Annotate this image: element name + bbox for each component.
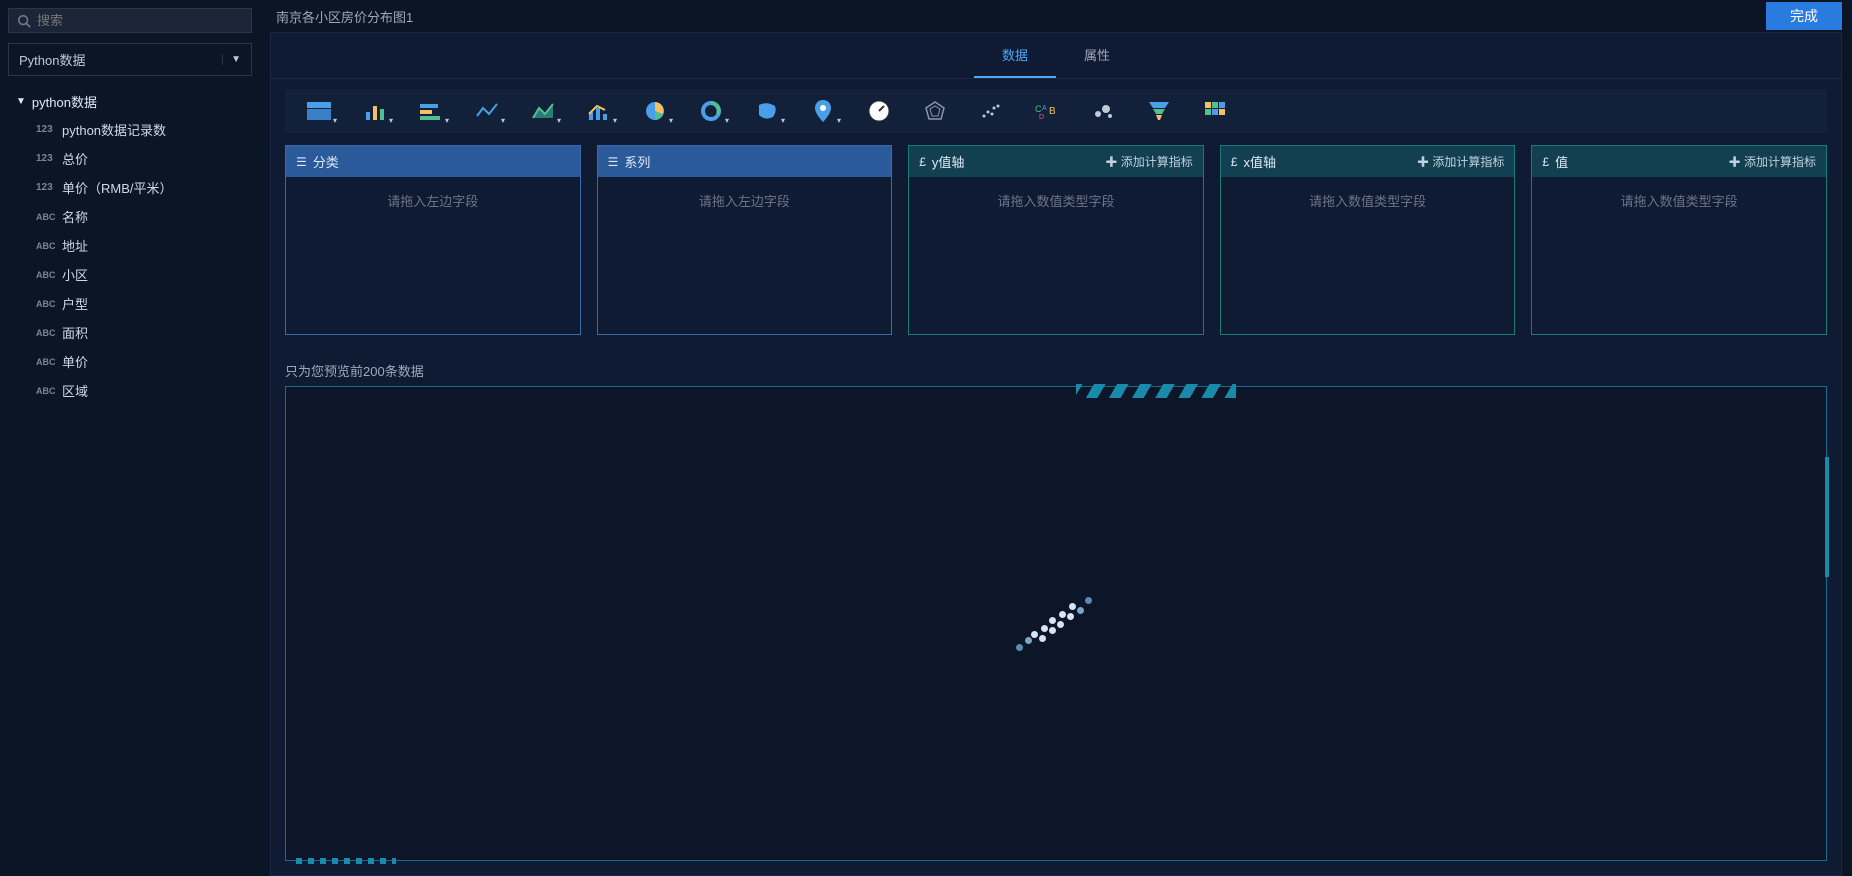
zone-yaxis-label: y值轴 xyxy=(932,152,965,171)
field-label: 单价 xyxy=(62,352,88,371)
zone-yaxis-add[interactable]: ✚ 添加计算指标 xyxy=(1105,153,1192,170)
bubble-icon[interactable] xyxy=(1089,99,1117,123)
line-chart-icon[interactable]: ▾ xyxy=(473,99,501,123)
zone-value-add[interactable]: ✚ 添加计算指标 xyxy=(1729,153,1816,170)
field-item[interactable]: ABC名称 xyxy=(32,202,252,231)
svg-text:C: C xyxy=(1035,104,1042,114)
field-label: 小区 xyxy=(62,265,88,284)
datasource-label: Python数据 xyxy=(19,50,85,69)
text-type-icon: ABC xyxy=(36,241,62,251)
field-label: 区域 xyxy=(62,381,88,400)
tab-data[interactable]: 数据 xyxy=(974,33,1056,78)
text-type-icon: ABC xyxy=(36,270,62,280)
combo-chart-icon[interactable]: ▾ xyxy=(585,99,613,123)
radar-icon[interactable] xyxy=(921,99,949,123)
text-type-icon: ABC xyxy=(36,328,62,338)
field-item[interactable]: ABC单价 xyxy=(32,347,252,376)
zone-yaxis[interactable]: £ y值轴 ✚ 添加计算指标 请拖入数值类型字段 xyxy=(908,145,1204,335)
zone-value-label: 值 xyxy=(1555,152,1568,171)
preview-label: 只为您预览前200条数据 xyxy=(271,347,1841,386)
numeric-type-icon: 123 xyxy=(36,153,62,164)
area-chart-icon[interactable]: ▾ xyxy=(529,99,557,123)
page-title: 南京各小区房价分布图1 xyxy=(270,7,413,26)
field-label: 单价（RMB/平米） xyxy=(62,178,173,197)
content-box: 数据 属性 ▾ ▾ ▾ ▾ ▾ ▾ ▾ ▾ ▾ ▾ CABD ☰ 分类 请拖入左边字段 ☰ 系列 请拖入… xyxy=(270,32,1842,876)
search-icon xyxy=(17,14,31,28)
zone-category[interactable]: ☰ 分类 请拖入左边字段 xyxy=(285,145,581,335)
zone-series-placeholder: 请拖入左边字段 xyxy=(598,177,892,334)
scatter-loading-icon xyxy=(1011,589,1101,659)
field-label: 户型 xyxy=(62,294,88,313)
field-label: python数据记录数 xyxy=(62,120,166,139)
field-label: 名称 xyxy=(62,207,88,226)
tree-root[interactable]: ▼ python数据 xyxy=(8,88,252,115)
zone-series[interactable]: ☰ 系列 请拖入左边字段 xyxy=(597,145,893,335)
tabs: 数据 属性 xyxy=(271,33,1841,79)
chevron-down-icon: ▼ xyxy=(222,54,241,65)
gauge-icon[interactable] xyxy=(865,99,893,123)
tree-root-label: python数据 xyxy=(32,92,97,111)
text-type-icon: ABC xyxy=(36,212,62,222)
zone-category-label: 分类 xyxy=(313,152,339,171)
preview-area xyxy=(285,386,1827,861)
list-icon: ☰ xyxy=(296,155,307,169)
search-box[interactable] xyxy=(8,8,252,33)
field-list: 123python数据记录数123总价123单价（RMB/平米）ABC名称ABC… xyxy=(8,115,252,405)
bar-chart-icon[interactable]: ▾ xyxy=(361,99,389,123)
field-item[interactable]: 123python数据记录数 xyxy=(32,115,252,144)
svg-text:B: B xyxy=(1049,106,1056,117)
zone-xaxis-placeholder: 请拖入数值类型字段 xyxy=(1221,177,1515,334)
datasource-select[interactable]: Python数据 ▼ xyxy=(8,43,252,76)
field-item[interactable]: ABC户型 xyxy=(32,289,252,318)
field-label: 地址 xyxy=(62,236,88,255)
sidebar: Python数据 ▼ ▼ python数据 123python数据记录数123总… xyxy=(0,0,260,876)
scatter-icon[interactable] xyxy=(977,99,1005,123)
field-item[interactable]: ABC小区 xyxy=(32,260,252,289)
search-input[interactable] xyxy=(37,13,243,28)
numeric-type-icon: 123 xyxy=(36,182,62,193)
topbar: 南京各小区房价分布图1 完成 xyxy=(270,0,1842,32)
field-item[interactable]: 123总价 xyxy=(32,144,252,173)
pound-icon: £ xyxy=(1231,155,1238,169)
hbar-chart-icon[interactable]: ▾ xyxy=(417,99,445,123)
svg-text:A: A xyxy=(1042,105,1047,112)
text-type-icon: ABC xyxy=(36,299,62,309)
zone-xaxis-add[interactable]: ✚ 添加计算指标 xyxy=(1417,153,1504,170)
text-type-icon: ABC xyxy=(36,386,62,396)
zone-value-placeholder: 请拖入数值类型字段 xyxy=(1532,177,1826,334)
main: 南京各小区房价分布图1 完成 数据 属性 ▾ ▾ ▾ ▾ ▾ ▾ ▾ ▾ ▾ ▾ CABD ☰ 分类 … xyxy=(260,0,1852,876)
map-china-icon[interactable]: ▾ xyxy=(753,99,781,123)
field-label: 总价 xyxy=(62,149,88,168)
zone-yaxis-placeholder: 请拖入数值类型字段 xyxy=(909,177,1203,334)
done-button[interactable]: 完成 xyxy=(1766,2,1842,30)
zone-category-placeholder: 请拖入左边字段 xyxy=(286,177,580,334)
list-icon: ☰ xyxy=(608,155,619,169)
chart-type-toolbar: ▾ ▾ ▾ ▾ ▾ ▾ ▾ ▾ ▾ ▾ CABD xyxy=(285,89,1827,133)
zone-series-label: 系列 xyxy=(624,152,650,171)
map-point-icon[interactable]: ▾ xyxy=(809,99,837,123)
field-item[interactable]: ABC区域 xyxy=(32,376,252,405)
tab-attr[interactable]: 属性 xyxy=(1056,33,1138,78)
preview-accent xyxy=(1825,457,1829,577)
word-cloud-icon[interactable]: CABD xyxy=(1033,99,1061,123)
numeric-type-icon: 123 xyxy=(36,124,62,135)
heatmap-icon[interactable] xyxy=(1201,99,1229,123)
drop-zones: ☰ 分类 请拖入左边字段 ☰ 系列 请拖入左边字段 £ y值轴 ✚ 添加计算指标 请拖… xyxy=(271,133,1841,347)
field-label: 面积 xyxy=(62,323,88,342)
ring-chart-icon[interactable]: ▾ xyxy=(697,99,725,123)
field-item[interactable]: ABC面积 xyxy=(32,318,252,347)
caret-down-icon: ▼ xyxy=(16,96,26,107)
zone-value[interactable]: £ 值 ✚ 添加计算指标 请拖入数值类型字段 xyxy=(1531,145,1827,335)
field-item[interactable]: 123单价（RMB/平米） xyxy=(32,173,252,202)
zone-xaxis[interactable]: £ x值轴 ✚ 添加计算指标 请拖入数值类型字段 xyxy=(1220,145,1516,335)
pound-icon: £ xyxy=(1542,155,1549,169)
funnel-icon[interactable] xyxy=(1145,99,1173,123)
zone-xaxis-label: x值轴 xyxy=(1243,152,1276,171)
table-chart-icon[interactable]: ▾ xyxy=(305,99,333,123)
field-item[interactable]: ABC地址 xyxy=(32,231,252,260)
text-type-icon: ABC xyxy=(36,357,62,367)
svg-text:D: D xyxy=(1039,114,1044,120)
pie-chart-icon[interactable]: ▾ xyxy=(641,99,669,123)
pound-icon: £ xyxy=(919,155,926,169)
